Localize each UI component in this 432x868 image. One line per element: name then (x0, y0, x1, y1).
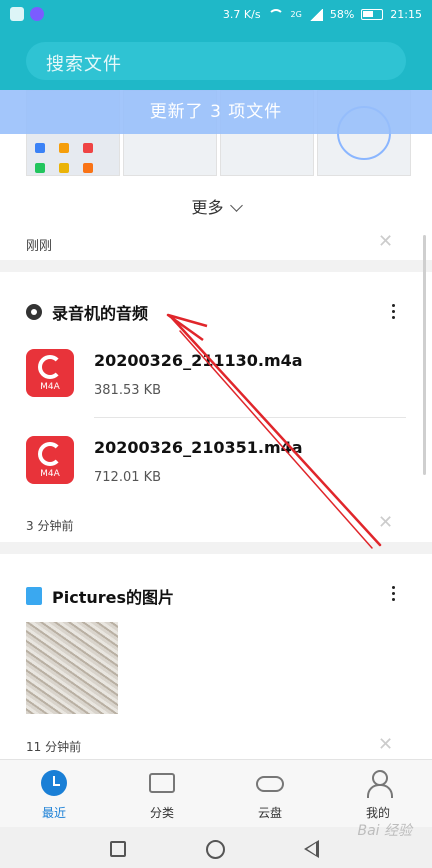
battery-percent: 58% (329, 8, 355, 21)
m4a-file-icon: M4A (26, 349, 74, 397)
back-button[interactable] (304, 840, 319, 858)
more-label: 更多 (191, 198, 224, 217)
tab-label: 最近 (41, 806, 66, 820)
divider (94, 417, 406, 418)
tab-cloud[interactable]: 云盘 (216, 760, 324, 827)
tab-label: 我的 (365, 806, 390, 820)
picture-folder-icon (26, 587, 42, 605)
file-size: 712.01 KB (94, 470, 162, 485)
tab-recent[interactable]: 最近 (0, 760, 108, 827)
close-icon[interactable]: ✕ (378, 231, 393, 252)
video-notification-icon (30, 7, 44, 21)
recent-apps-button[interactable] (110, 841, 126, 857)
signal-icon (308, 8, 323, 21)
more-options-icon[interactable] (392, 583, 396, 604)
card-header[interactable]: Pictures的图片 (26, 584, 174, 608)
folder-icon (149, 773, 175, 793)
tab-label: 云盘 (257, 806, 282, 820)
recorder-icon (26, 304, 42, 320)
clock-time: 21:15 (390, 8, 422, 21)
file-item[interactable]: M4A 20200326_210351.m4a 712.01 KB (26, 436, 406, 506)
file-name: 20200326_211130.m4a (94, 351, 303, 370)
tab-label: 分类 (149, 806, 174, 820)
group-time-label: 刚刚 (26, 239, 53, 254)
file-name: 20200326_210351.m4a (94, 438, 303, 457)
person-icon (366, 770, 393, 798)
card-time-label: 11 分钟前 (26, 740, 82, 754)
tab-categories[interactable]: 分类 (108, 760, 216, 827)
update-toast: 更新了 3 项文件 (0, 90, 432, 134)
bottom-tab-bar: 最近 分类 云盘 我的 (0, 759, 432, 827)
status-bar: 3.7 K/s 2G 58% 21:15 (0, 0, 432, 30)
card-header[interactable]: 录音机的音频 (26, 300, 148, 324)
home-button[interactable] (206, 840, 225, 859)
card-title: Pictures的图片 (52, 588, 175, 607)
file-size: 381.53 KB (94, 383, 162, 398)
recorder-audio-card: 录音机的音频 M4A 20200326_211130.m4a 381.53 KB… (0, 272, 432, 542)
clock-icon (41, 770, 67, 796)
signal-label: 2G (290, 10, 302, 19)
pictures-card: Pictures的图片 11 分钟前 ✕ (0, 554, 432, 759)
status-right: 3.7 K/s 2G 58% 21:15 (223, 8, 422, 21)
file-type-label: M4A (40, 469, 60, 479)
m4a-file-icon: M4A (26, 436, 74, 484)
card-title: 录音机的音频 (52, 304, 149, 323)
cloud-icon (256, 776, 284, 792)
close-icon[interactable]: ✕ (378, 512, 393, 533)
network-speed: 3.7 K/s (222, 8, 261, 21)
wifi-icon (267, 8, 284, 21)
audio-disc-icon (38, 442, 62, 466)
notification-icons (10, 7, 44, 21)
more-options-icon[interactable] (392, 301, 396, 322)
watermark: Bai 经验 (357, 823, 412, 839)
battery-icon (361, 9, 384, 20)
tab-mine[interactable]: 我的 (324, 760, 432, 827)
gallery-notification-icon (10, 7, 24, 21)
file-type-label: M4A (40, 382, 60, 392)
file-item[interactable]: M4A 20200326_211130.m4a 381.53 KB (26, 349, 406, 419)
photo-thumbnail[interactable] (26, 622, 118, 714)
close-icon[interactable]: ✕ (378, 734, 393, 755)
audio-disc-icon (38, 355, 62, 379)
search-input[interactable]: 搜索文件 (26, 42, 406, 80)
chevron-down-icon (229, 199, 243, 212)
header: 3.7 K/s 2G 58% 21:15 搜索文件 (0, 0, 432, 90)
card-time-label: 3 分钟前 (26, 519, 74, 533)
scrollbar[interactable] (423, 235, 426, 475)
recent-update-section: 更新了 3 项文件 更多 刚刚 ✕ (0, 90, 432, 260)
more-button[interactable]: 更多 (0, 194, 432, 218)
